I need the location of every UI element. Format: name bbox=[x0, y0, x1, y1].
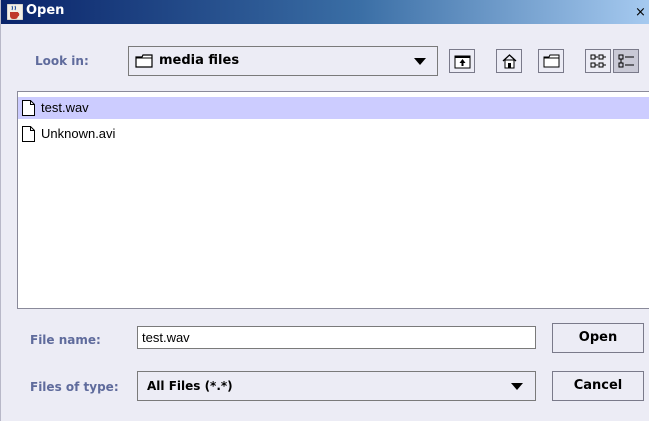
files-of-type-combo[interactable]: All Files (*.*) bbox=[137, 371, 536, 401]
file-row[interactable]: Unknown.avi bbox=[18, 123, 649, 145]
close-icon[interactable]: × bbox=[631, 4, 649, 21]
file-name: test.wav bbox=[41, 100, 89, 115]
file-row[interactable]: test.wav bbox=[18, 97, 649, 119]
list-view-icon bbox=[590, 54, 606, 68]
look-in-label: Look in: bbox=[35, 54, 89, 68]
home-button[interactable] bbox=[496, 49, 522, 73]
cancel-button[interactable]: Cancel bbox=[552, 371, 644, 401]
up-one-level-button[interactable] bbox=[449, 49, 475, 73]
files-of-type-label: Files of type: bbox=[30, 380, 119, 394]
chevron-down-icon[interactable] bbox=[414, 58, 426, 65]
java-cup-icon bbox=[7, 4, 23, 20]
open-dialog: Open × Look in: media files test.wav Unk… bbox=[0, 0, 649, 421]
files-of-type-value: All Files (*.*) bbox=[147, 379, 233, 393]
look-in-label-text: Look in: bbox=[35, 54, 89, 68]
up-one-level-icon bbox=[454, 55, 471, 69]
list-view-button[interactable] bbox=[585, 49, 611, 73]
details-view-icon bbox=[618, 54, 634, 68]
file-list[interactable]: test.wav Unknown.avi bbox=[17, 91, 649, 309]
file-icon bbox=[22, 126, 35, 142]
file-icon bbox=[22, 100, 35, 116]
look-in-value: media files bbox=[159, 53, 240, 68]
file-name-field[interactable] bbox=[137, 326, 536, 349]
new-folder-button[interactable] bbox=[538, 49, 564, 73]
home-icon bbox=[502, 54, 517, 69]
chevron-down-icon[interactable] bbox=[511, 383, 523, 390]
folder-icon bbox=[135, 54, 153, 68]
new-folder-icon bbox=[543, 54, 560, 68]
look-in-combo[interactable]: media files bbox=[128, 46, 438, 76]
dialog-title: Open bbox=[26, 3, 65, 18]
details-view-button[interactable] bbox=[613, 49, 639, 73]
title-bar[interactable]: Open × bbox=[1, 0, 649, 24]
file-name: Unknown.avi bbox=[41, 126, 116, 141]
file-name-label: File name: bbox=[30, 333, 101, 347]
open-button[interactable]: Open bbox=[552, 323, 644, 353]
